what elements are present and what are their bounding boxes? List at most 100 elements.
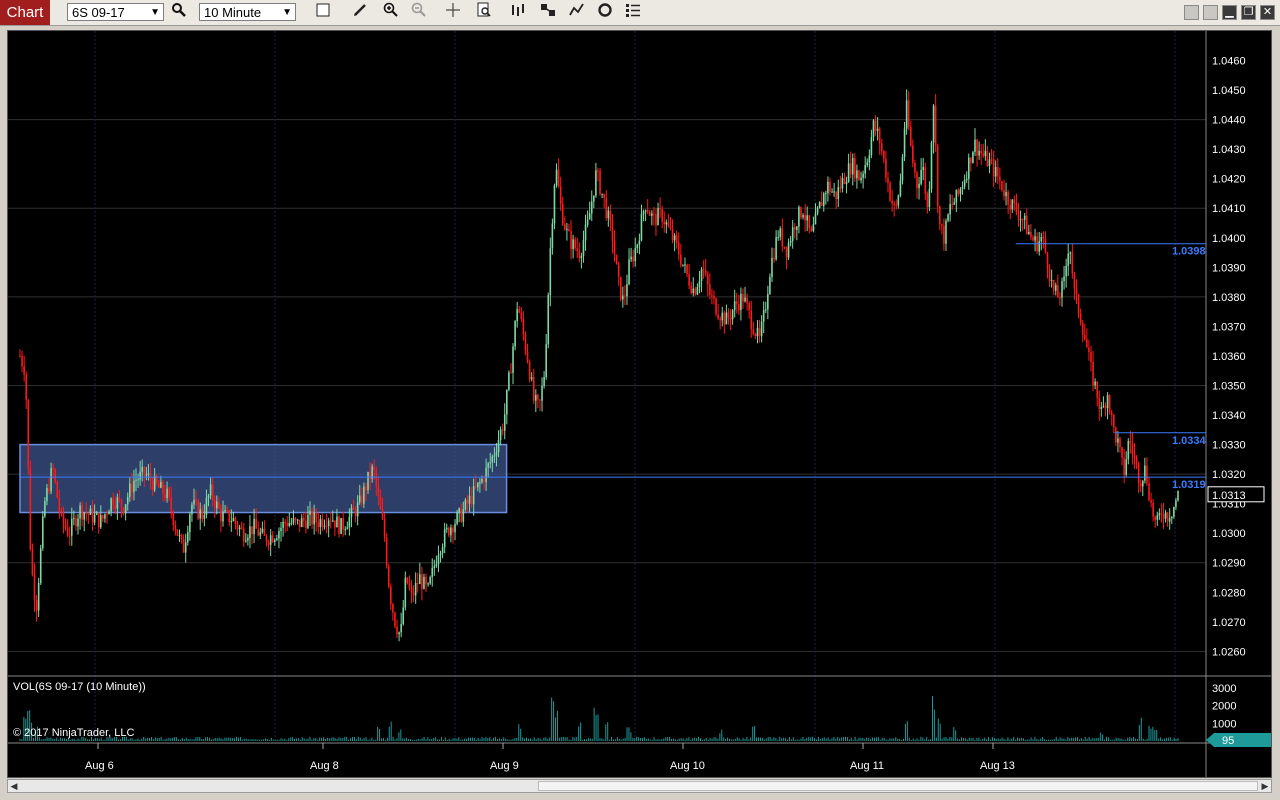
price-tick-label: 1.0390 [1212,262,1246,274]
candle-body [706,273,709,285]
candle-body [895,204,898,206]
candle-body [584,224,587,241]
price-chart[interactable]: 1.0460 1.0450 1.0440 1.0430 1.0420 1.0410 1.04… [8,31,1272,777]
candle-body [731,310,734,320]
candle-body [41,516,44,549]
date-tick-label: Aug 13 [980,760,1015,772]
candle-body [1003,190,1005,197]
volume-title: VOL(6S 09-17 (10 Minute)) [13,681,146,693]
candle-body [66,527,69,536]
candle-body [147,473,150,475]
candle-body [1141,480,1144,487]
candle-body [162,481,164,494]
candle-body [990,159,993,161]
price-tick-label: 1.0270 [1212,617,1246,629]
candle-body [839,187,842,189]
candle-body [288,522,291,526]
zoom-out-icon[interactable] [408,2,430,23]
minimize-window-icon[interactable]: ▁ [1222,5,1237,20]
price-tick-label: 1.0380 [1212,292,1246,304]
pencil-icon[interactable] [349,2,371,23]
candle-body [775,237,777,260]
candle-body [1034,236,1036,241]
box-icon[interactable] [312,2,334,23]
candle-body [955,189,958,203]
candle-body [1110,412,1113,416]
candle-body [228,510,231,523]
restore-window-icon[interactable] [1203,5,1218,20]
candle-body [1052,279,1055,291]
candle-body [860,177,862,181]
candle-body [1030,231,1032,238]
candle-body [1057,285,1059,298]
maximize-window-icon[interactable]: ❐ [1241,5,1256,20]
candle-body [597,170,599,172]
crosshair-icon[interactable] [442,2,464,23]
candle-body [972,152,974,163]
candle-body [157,483,160,488]
candle-body [122,507,125,514]
candle-body [191,504,193,515]
candle-body [831,191,833,193]
candle-body [1073,273,1076,289]
candle-body [1148,483,1150,501]
candle-body [682,264,684,266]
candle-body [559,186,562,204]
candle-body [462,509,465,522]
candle-body [553,185,556,224]
candle-body [820,202,823,206]
bars-icon[interactable] [507,2,529,23]
candle-body [19,355,21,357]
indicators-icon[interactable] [566,2,588,23]
chart-panel[interactable]: 1.0460 1.0450 1.0440 1.0430 1.0420 1.0410 1.04… [7,30,1272,778]
price-tick-label: 1.0430 [1212,144,1246,156]
close-window-icon[interactable]: ✕ [1260,5,1275,20]
candle-body [151,481,154,491]
candle-body [390,586,392,605]
candle-body [307,514,309,529]
candle-body [348,516,351,528]
zoom-in-icon[interactable] [380,2,402,23]
candle-body [439,553,442,556]
candle-body [810,227,813,232]
tools-icon[interactable] [537,2,559,23]
volume-tick-label: 3000 [1212,683,1236,695]
candle-body [39,548,42,583]
candle-body [1017,212,1020,221]
candle-body [922,167,924,170]
candle-body [677,242,680,255]
candle-body [118,497,121,500]
instrument-select[interactable]: 6S 09-17 ▼ [67,3,164,21]
chart-scrollbar[interactable]: ◀ ▶ [7,779,1272,793]
price-tick-label: 1.0460 [1212,56,1246,68]
candle-body [321,519,324,527]
candle-body [702,269,705,271]
magnifier-icon[interactable] [168,2,190,23]
candle-body [387,565,390,587]
properties-icon[interactable] [473,2,495,23]
scrollbar-thumb[interactable] [538,781,1258,791]
candle-body [653,213,655,215]
price-tick-label: 1.0400 [1212,233,1246,245]
candle-body [489,462,492,464]
scroll-right-icon[interactable]: ▶ [1259,780,1271,792]
candle-body [945,220,947,244]
chevron-down-icon: ▼ [150,7,160,18]
horizontal-line-label: 1.0334 [1172,435,1207,447]
chart-title-tab[interactable]: Chart [0,0,50,25]
candle-body [1092,362,1094,386]
candle-body [431,567,434,578]
candle-body [1154,516,1157,520]
list-icon[interactable] [622,2,644,23]
candle-body [590,201,593,214]
candle-body [54,469,57,482]
strategies-icon[interactable] [594,2,616,23]
candle-body [1119,438,1121,448]
candle-body [549,248,552,295]
candle-body [688,273,690,286]
candle-body [1023,215,1026,220]
interval-select[interactable]: 10 Minute ▼ [199,3,296,21]
scroll-left-icon[interactable]: ◀ [8,780,20,792]
candle-body [64,523,67,528]
tile-window-icon[interactable] [1184,5,1199,20]
